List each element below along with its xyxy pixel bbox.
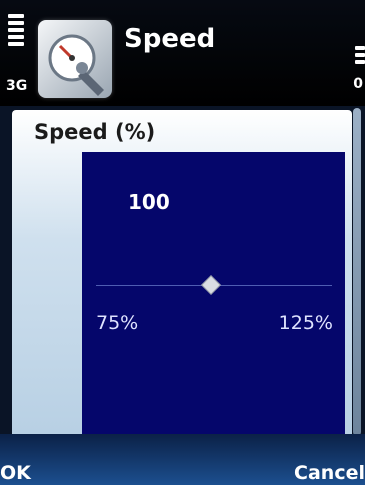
network-type-label: 3G <box>6 78 28 94</box>
panel-title: Speed (%) <box>34 120 156 144</box>
cancel-softkey[interactable]: Cancel <box>294 462 365 484</box>
slider-min-label: 75% <box>96 312 139 334</box>
slider-max-label: 125% <box>278 312 333 334</box>
battery-icon <box>355 46 365 67</box>
slider-thumb[interactable] <box>201 275 221 295</box>
ok-softkey[interactable]: OK <box>0 462 31 484</box>
slider-value: 100 <box>128 190 170 214</box>
settings-panel: Speed (%) 100 75% 125% <box>12 110 352 434</box>
speed-slider[interactable]: 100 75% 125% <box>82 152 345 434</box>
speedometer-wrench-icon <box>38 20 112 98</box>
battery-label: 0 <box>353 76 363 92</box>
scrollbar[interactable] <box>353 108 361 436</box>
app-title: Speed <box>124 24 216 54</box>
title-bar: 3G Speed 0 <box>0 0 365 106</box>
signal-strength-icon <box>8 14 24 49</box>
